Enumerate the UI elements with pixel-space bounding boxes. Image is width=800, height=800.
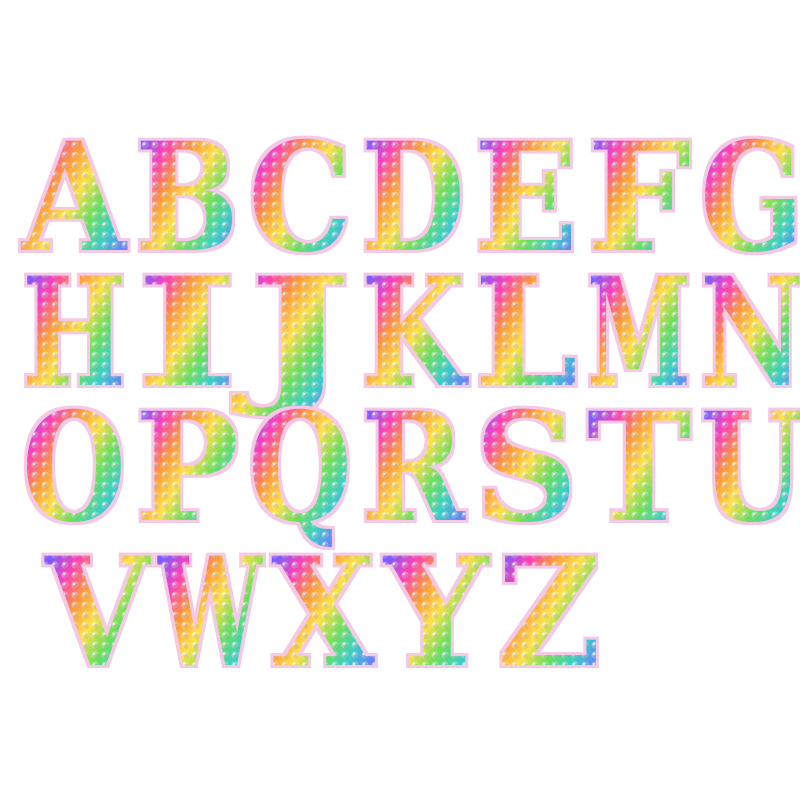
rhinestone-texture: X bbox=[271, 525, 376, 701]
letter-y: YY bbox=[382, 525, 490, 701]
letter-v: VV bbox=[44, 525, 151, 701]
rhinestone-texture: U bbox=[700, 380, 800, 556]
rhinestone-texture: Z bbox=[497, 525, 601, 701]
rhinestone-texture: T bbox=[587, 380, 691, 556]
letter-t: TT bbox=[587, 380, 691, 556]
letter-w: WW bbox=[157, 525, 264, 701]
letter-u: UU bbox=[700, 380, 800, 556]
rhinestone-texture: W bbox=[157, 525, 264, 701]
letter-x: XX bbox=[271, 525, 376, 701]
letters-canvas: AA BB CC DD EE FF GGHH IIJJ KK LL MM NNOO PP QQ RR SS TT… bbox=[20, 110, 800, 701]
rhinestone-alphabet-photo: AABBCCDDEEFFGGHHIIJJKKLLMMNNOOPPQQRRSSTT… bbox=[0, 0, 800, 800]
rhinestone-texture: Y bbox=[382, 525, 490, 701]
rhinestone-texture: V bbox=[44, 525, 151, 701]
letter-z: ZZ bbox=[497, 525, 601, 701]
